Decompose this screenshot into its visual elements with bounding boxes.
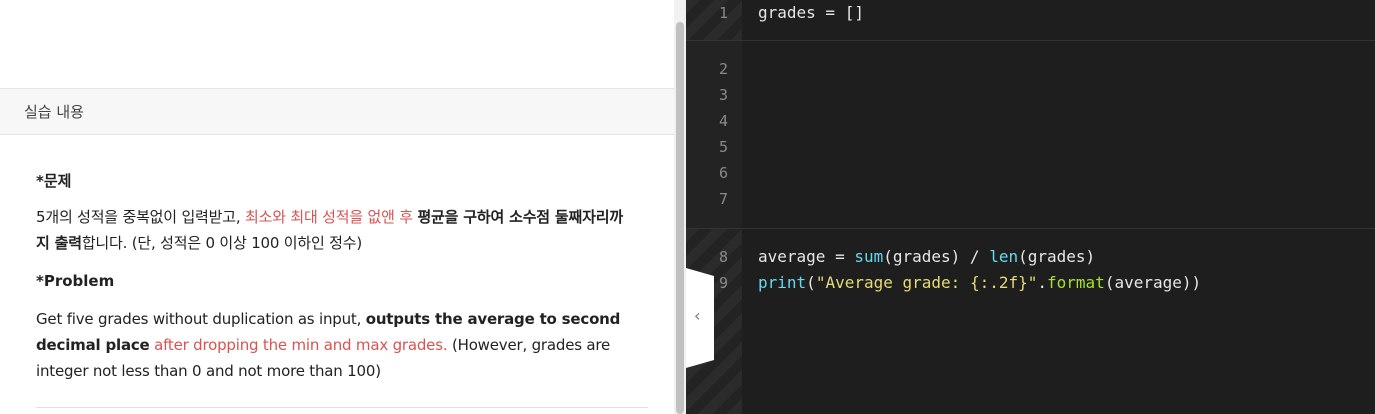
code-token: (grades) xyxy=(1018,247,1096,266)
code-token-builtin: len xyxy=(989,247,1019,266)
region-divider xyxy=(686,40,1375,41)
line-number: 7 xyxy=(718,190,728,208)
line-number: 3 xyxy=(718,86,728,104)
code-token-method: format xyxy=(1047,273,1105,292)
line-number: 6 xyxy=(718,164,728,182)
code-editor[interactable]: 1 2 3 4 5 6 7 8 9 grades = [] average = … xyxy=(686,0,1375,414)
code-token-builtin: print xyxy=(758,273,807,292)
line-number: 4 xyxy=(718,112,728,130)
highlight-red: 최소와 최대 성적을 없앤 후 xyxy=(245,208,413,226)
region-divider xyxy=(686,228,1375,229)
scrollbar-thumb[interactable] xyxy=(676,22,684,414)
code-line[interactable]: average = sum(grades) / len(grades) xyxy=(758,244,1095,270)
line-number: 5 xyxy=(718,138,728,156)
code-token: (average)) xyxy=(1104,273,1202,292)
divider xyxy=(36,407,648,408)
section-header: 실습 내용 xyxy=(0,88,674,135)
problem-panel: 실습 내용 *문제 5개의 성적을 중복없이 입력받고, 최소와 최대 성적을 … xyxy=(0,0,674,414)
problem-content: *문제 5개의 성적을 중복없이 입력받고, 최소와 최대 성적을 없앤 후 평… xyxy=(36,170,636,384)
chevron-left-icon: ‹ xyxy=(694,306,701,325)
code-line[interactable]: grades = [] xyxy=(758,0,864,26)
section-title: 실습 내용 xyxy=(24,103,84,121)
text-segment: 합니다. (단, 성적은 0 이상 100 이하인 정수) xyxy=(81,234,363,252)
highlight-red: after dropping the min and max grades. xyxy=(154,336,448,354)
code-token-builtin: sum xyxy=(854,247,884,266)
line-number: 8 xyxy=(718,248,728,266)
problem-en-heading: *Problem xyxy=(36,272,115,290)
text-segment: Get five grades without duplication as i… xyxy=(36,310,366,328)
code-line[interactable]: print("Average grade: {:.2f}".format(ave… xyxy=(758,270,1201,296)
line-number: 1 xyxy=(718,4,728,22)
problem-en-text: Get five grades without duplication as i… xyxy=(36,306,636,384)
code-token-string: "Average grade: {:.2f}" xyxy=(815,273,1038,292)
code-token: average = xyxy=(758,247,855,266)
text-segment: 5개의 성적을 중복없이 입력받고, xyxy=(36,208,245,226)
line-number: 2 xyxy=(718,60,728,78)
code-token: . xyxy=(1037,273,1048,292)
code-token: ( xyxy=(806,273,816,292)
problem-ko-text: 5개의 성적을 중복없이 입력받고, 최소와 최대 성적을 없앤 후 평균을 구… xyxy=(36,204,636,256)
code-token: (grades) / xyxy=(883,247,990,266)
collapse-panel-button[interactable]: ‹ xyxy=(686,268,714,368)
problem-ko-heading: *문제 xyxy=(36,172,72,190)
